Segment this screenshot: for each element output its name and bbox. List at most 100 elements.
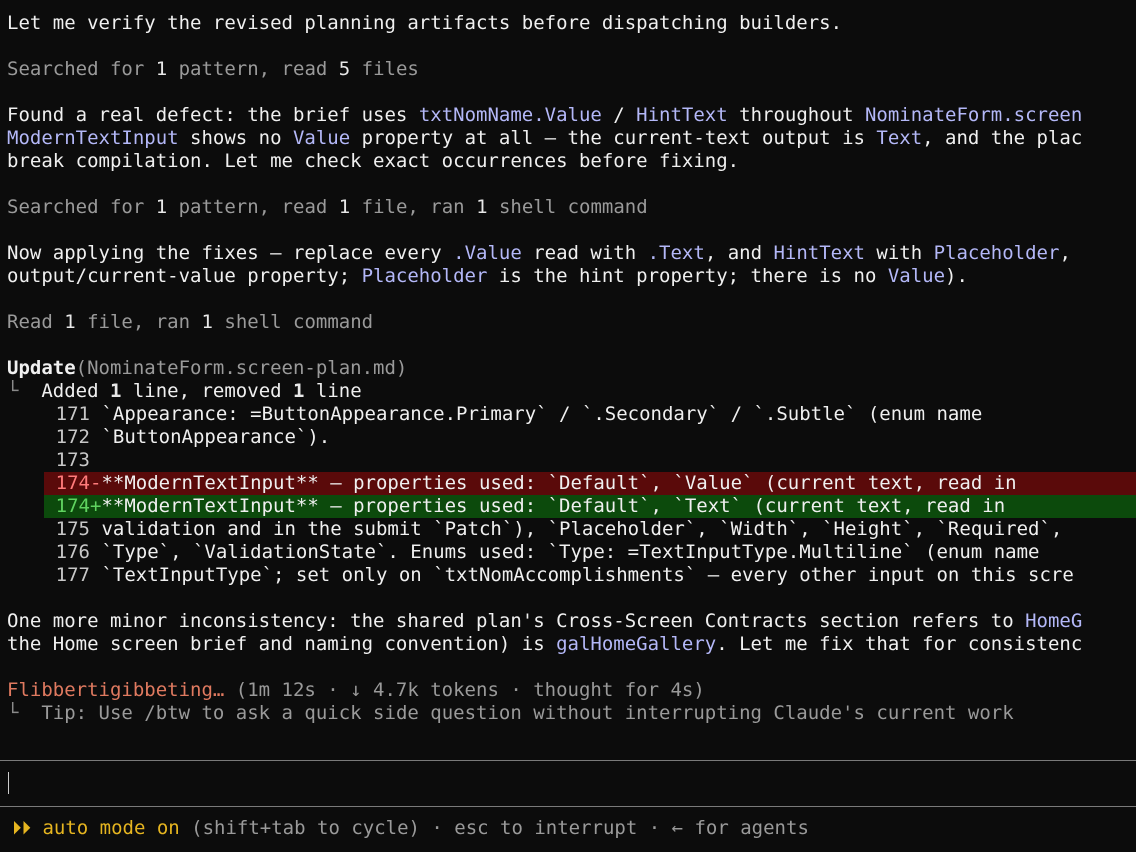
summary-text: line — [304, 380, 362, 402]
message-minor-line-2: the Home screen brief and naming convent… — [7, 633, 1136, 656]
text-span: throughout — [727, 104, 865, 126]
diff-line: 172 `ButtonAppearance`). — [7, 426, 1136, 449]
status-hints: (shift+tab to cycle) · esc to interrupt … — [179, 817, 809, 839]
summary-text: pattern, read — [167, 58, 339, 80]
message-apply-line-1: Now applying the fixes — replace every .… — [7, 242, 1136, 265]
inline-code: galHomeGallery — [556, 633, 717, 655]
diff-line-text: `ButtonAppearance`). — [101, 426, 331, 448]
inline-code: txtNomName.Value — [418, 104, 602, 126]
summary-text: pattern, read — [167, 196, 339, 218]
inline-code: ModernTextInput — [7, 127, 179, 149]
diff-line-number: 174 — [55, 472, 90, 494]
summary-text: Added — [18, 380, 110, 402]
message-minor-line-1: One more minor inconsistency: the shared… — [7, 610, 1136, 633]
diff-line: 177 `TextInputType`; set only on `txtNom… — [7, 564, 1136, 587]
tool-name: Update — [7, 357, 76, 379]
inline-code: Placeholder — [361, 265, 488, 287]
update-result-summary: └ Added 1 line, removed 1 line — [7, 380, 1136, 403]
diff-line-number: 174 — [55, 495, 90, 517]
message-defect-line-1: Found a real defect: the brief uses txtN… — [7, 104, 1136, 127]
tip-line: └ Tip: Use /btw to ask a quick side ques… — [7, 702, 1136, 725]
tool-summary-1[interactable]: Searched for 1 pattern, read 5 files — [7, 58, 1136, 81]
inline-code: Text — [876, 127, 923, 149]
diff-line-removed: 174-**ModernTextInput** — properties use… — [7, 472, 1136, 495]
summary-text: Read — [7, 311, 65, 333]
text-span: break compilation. Let me check exact oc… — [7, 150, 740, 172]
inline-code: .Value — [453, 242, 522, 264]
diff-added-sign: + — [90, 495, 102, 517]
text-span: the Home screen brief and naming convent… — [7, 633, 557, 655]
status-bar: ⏵⏵ auto mode on (shift+tab to cycle) · e… — [12, 817, 809, 840]
message-apply-line-2: output/current-value property; Placehold… — [7, 265, 1136, 288]
input-bottom-divider — [0, 806, 1136, 807]
diff-line: 173 — [7, 449, 1136, 472]
text-span: Now applying the fixes — replace every — [7, 242, 454, 264]
text-span: Found a real defect: the brief uses — [7, 104, 419, 126]
input-top-divider — [0, 760, 1136, 761]
inline-code: HintText — [773, 242, 865, 264]
spinner-stats: (1m 12s · ↓ 4.7k tokens · thought for 4s… — [224, 679, 705, 701]
summary-count: 1 — [201, 311, 213, 333]
text-span: / — [601, 104, 637, 126]
message-defect-line-3: break compilation. Let me check exact oc… — [7, 150, 1136, 173]
summary-text: line, removed — [121, 380, 294, 402]
text-span: property at all — the current-text outpu… — [350, 127, 877, 149]
text-span: , and the plac — [922, 127, 1083, 149]
diff-line-number: 175 — [55, 518, 90, 540]
diff-line: 175 validation and in the submit `Patch`… — [7, 518, 1136, 541]
update-tool-header[interactable]: Update(NominateForm.screen-plan.md) — [7, 357, 1136, 380]
diff-line-text: `TextInputType`; set only on `txtNomAcco… — [101, 564, 1074, 586]
message-defect-line-2: ModernTextInput shows no Value property … — [7, 127, 1136, 150]
text-span: , — [1059, 242, 1071, 264]
spinner-label: Flibbertigibbeting… — [7, 679, 225, 701]
summary-text: shell command — [487, 196, 648, 218]
inline-code: HintText — [636, 104, 728, 126]
summary-text: shell command — [212, 311, 374, 333]
diff-line: 171 `Appearance: =ButtonAppearance.Prima… — [7, 403, 1136, 426]
text-span: output/current-value property; — [7, 265, 362, 287]
summary-count: 5 — [338, 58, 351, 80]
diff-line-text: **ModernTextInput** — properties used: `… — [101, 472, 1017, 494]
summary-count: 1 — [155, 196, 168, 218]
diff-line-text: `Type`, `ValidationState`. Enums used: `… — [101, 541, 1040, 563]
inline-code: .Text — [647, 242, 705, 264]
text-span: , and — [704, 242, 774, 264]
diff-line-text: `Appearance: =ButtonAppearance.Primary` … — [101, 403, 983, 425]
diff-line-number: 171 — [55, 403, 90, 425]
tip-text: Tip: Use /btw to ask a quick side questi… — [18, 702, 1014, 724]
auto-mode-label[interactable]: auto mode on — [31, 817, 179, 839]
summary-text: Searched for — [7, 58, 156, 80]
summary-count: 1 — [109, 380, 122, 402]
progress-spinner-line: Flibbertigibbeting… (1m 12s · ↓ 4.7k tok… — [7, 679, 1136, 702]
diff-line-added: 174+**ModernTextInput** — properties use… — [7, 495, 1136, 518]
text-span: ). — [945, 265, 968, 287]
text-span: read with — [521, 242, 648, 264]
inline-code: Value — [292, 127, 351, 149]
diff-line-text: validation and in the submit `Patch`), `… — [101, 518, 1063, 540]
tree-connector-icon: └ — [7, 702, 19, 724]
summary-count: 1 — [64, 311, 76, 333]
text-span: shows no — [178, 127, 293, 149]
text-span: One more minor inconsistency: the shared… — [7, 610, 1026, 632]
diff-removed-sign: - — [90, 472, 102, 494]
summary-text: Searched for — [7, 196, 156, 218]
diff-line-number: 173 — [55, 449, 90, 471]
summary-count: 1 — [293, 380, 305, 402]
summary-count: 1 — [476, 196, 488, 218]
diff-line-number: 172 — [55, 426, 90, 448]
tool-summary-3[interactable]: Read 1 file, ran 1 shell command — [7, 311, 1136, 334]
tool-summary-2[interactable]: Searched for 1 pattern, read 1 file, ran… — [7, 196, 1136, 219]
inline-code: HomeG — [1025, 610, 1083, 632]
summary-text: files — [350, 58, 419, 80]
text-span: . Let me fix that for consistenc — [716, 633, 1083, 655]
diff-line-number: 176 — [55, 541, 90, 563]
diff-line: 176 `Type`, `ValidationState`. Enums use… — [7, 541, 1136, 564]
prompt-input[interactable] — [0, 762, 1136, 805]
summary-count: 1 — [338, 196, 351, 218]
inline-code: NominateForm.screen — [864, 104, 1083, 126]
text-cursor — [8, 772, 9, 794]
inline-code: Value — [887, 265, 946, 287]
summary-text: file, ran — [350, 196, 477, 218]
inline-code: Placeholder — [933, 242, 1060, 264]
text-span: is the hint property; there is no — [487, 265, 888, 287]
